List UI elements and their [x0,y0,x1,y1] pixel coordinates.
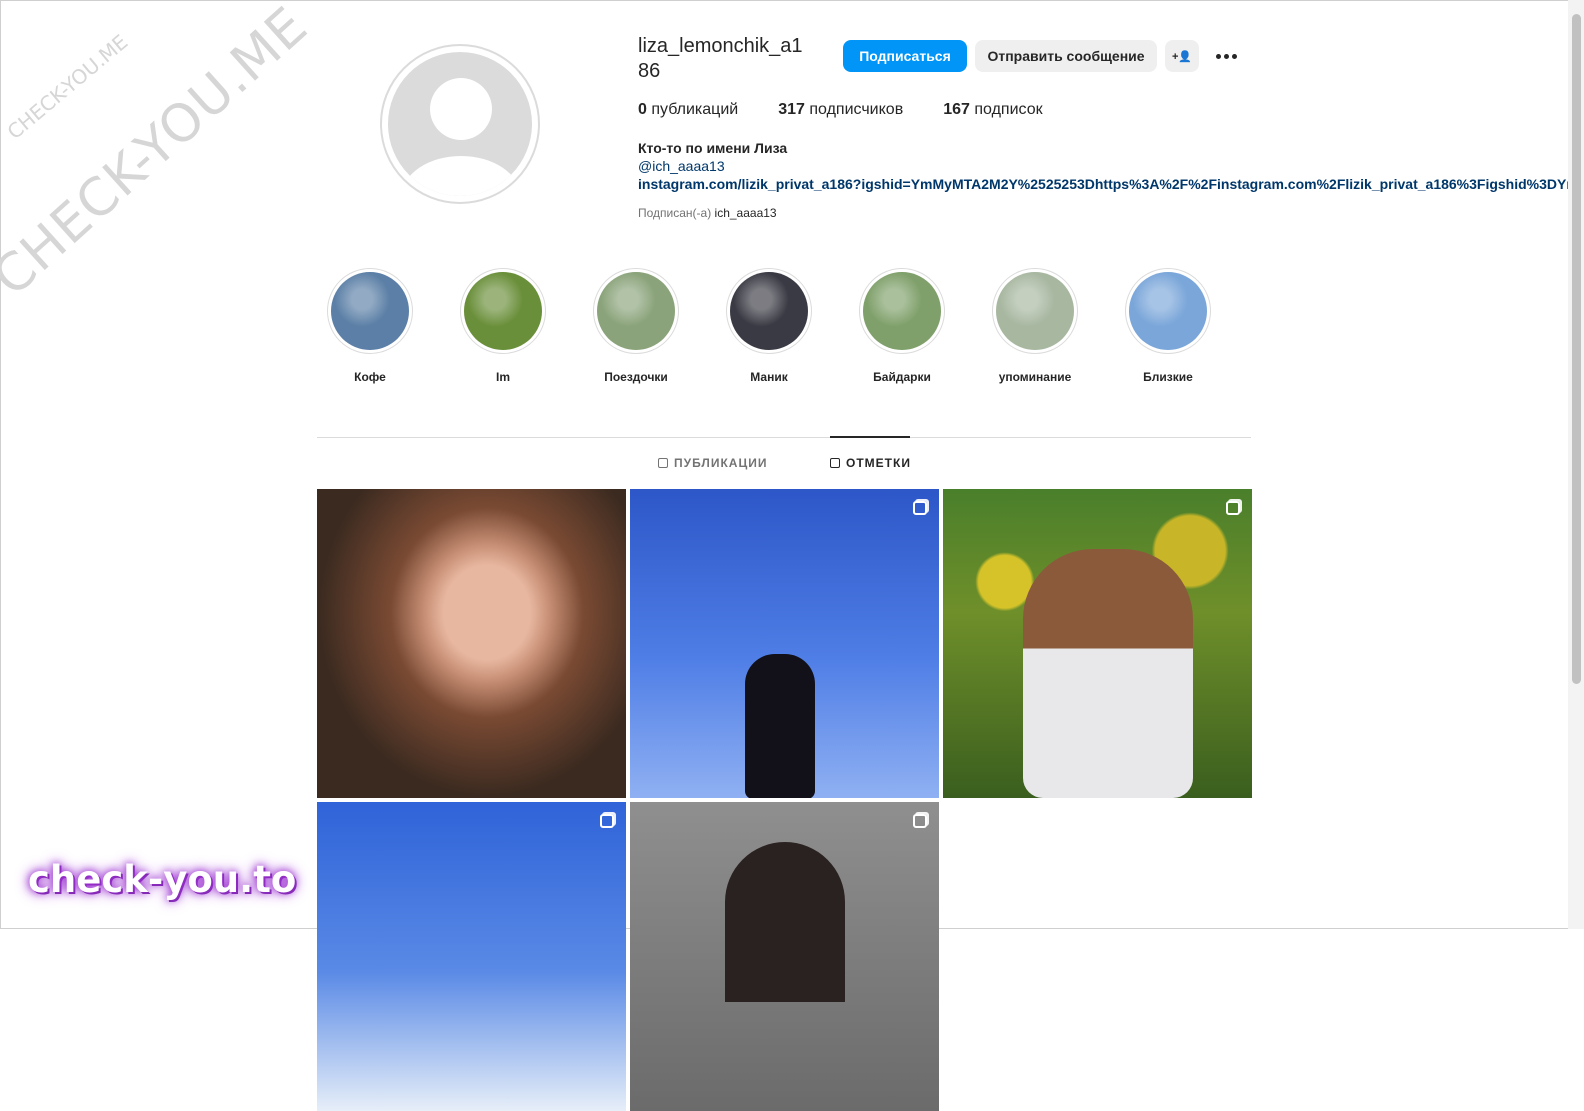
active-tab-indicator [830,436,910,438]
highlight-cover [460,268,546,354]
grid-icon [658,458,668,468]
highlight-cover [1125,268,1211,354]
followers-stat[interactable]: 317 подписчиков [778,101,903,119]
more-dots-icon [1215,53,1237,59]
highlight-cover [726,268,812,354]
watermark-big: CHECK-YOU.ME [0,0,320,309]
tab-tagged[interactable]: ОТМЕТКИ [830,456,911,470]
story-highlight[interactable]: упоминание [975,268,1095,384]
brand-watermark: check-you.to [28,858,297,901]
suggest-user-button[interactable]: +👤 [1165,40,1199,72]
highlight-cover [327,268,413,354]
send-message-button[interactable]: Отправить сообщение [975,40,1157,72]
grid-post-5[interactable] [630,802,939,1111]
profile-bio: Кто-то по имени Лиза @ich_aaaa13 instagr… [638,139,1568,193]
story-highlight[interactable]: Близкие [1108,268,1228,384]
story-highlight[interactable]: Поездочки [576,268,696,384]
add-user-icon: +👤 [1171,50,1193,63]
highlight-label: Близкие [1143,370,1193,384]
profile-username: liza_lemonchik_a186 [638,35,803,82]
tagged-user-icon [830,458,840,468]
avatar-placeholder-icon [388,52,532,196]
following-stat[interactable]: 167 подписок [943,101,1042,119]
highlight-cover [992,268,1078,354]
followed-by[interactable]: Подписан(-а) ich_aaaa13 [638,206,777,220]
highlight-label: Кофе [354,370,386,384]
posts-stat: 0 публикаций [638,101,739,118]
bio-url-link[interactable]: instagram.com/lizik_privat_a186?igshid=Y… [638,175,1568,193]
profile-avatar[interactable] [380,44,540,204]
carousel-icon [913,501,927,515]
story-highlight[interactable]: Кофе [310,268,430,384]
story-highlight[interactable]: Маник [709,268,829,384]
more-options-button[interactable] [1208,40,1244,72]
page-scrollbar[interactable] [1568,0,1584,929]
highlight-label: упоминание [998,370,1072,384]
highlight-label: Im [495,370,510,384]
watermark-small: CHECK-YOU.ME [2,29,133,145]
follow-button[interactable]: Подписаться [843,40,967,72]
carousel-icon [600,814,614,828]
tabs-divider [317,437,1251,438]
highlight-cover [593,268,679,354]
bio-name: Кто-то по имени Лиза [638,140,788,156]
grid-post-2[interactable] [630,489,939,798]
story-highlight[interactable]: Байдарки [842,268,962,384]
bio-mention-link[interactable]: @ich_aaaa13 [638,157,1568,175]
scrollbar-thumb[interactable] [1572,14,1581,684]
grid-post-3[interactable] [943,489,1252,798]
story-highlight[interactable]: Im [443,268,563,384]
grid-post-1[interactable] [317,489,626,798]
carousel-icon [913,814,927,828]
grid-post-4[interactable] [317,802,626,1111]
highlight-label: Маник [750,370,788,384]
tab-posts[interactable]: ПУБЛИКАЦИИ [658,456,767,470]
highlight-label: Поездочки [604,370,668,384]
highlight-label: Байдарки [873,370,931,384]
profile-stats: 0 публикаций 317 подписчиков 167 подписо… [638,101,1043,119]
carousel-icon [1226,501,1240,515]
highlight-cover [859,268,945,354]
